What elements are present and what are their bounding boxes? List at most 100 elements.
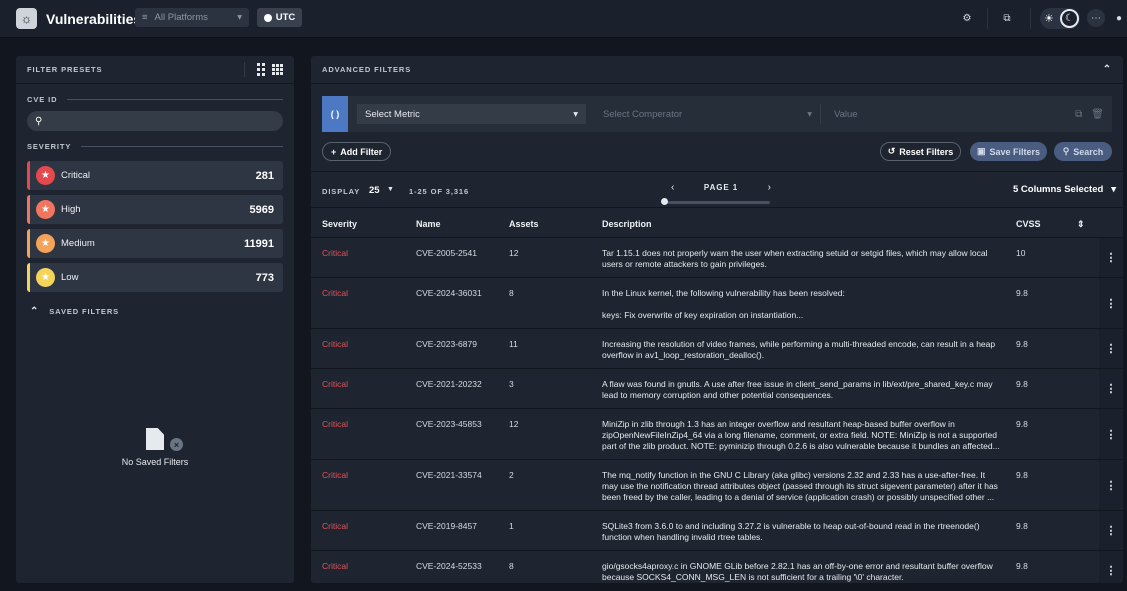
severity-count: 773 bbox=[256, 272, 274, 284]
table-row[interactable]: Critical CVE-2023-45853 12 MiniZip in zl… bbox=[311, 409, 1123, 460]
divider bbox=[1030, 8, 1031, 29]
severity-name: High bbox=[61, 204, 250, 215]
table-row[interactable]: Critical CVE-2005-2541 12 Tar 1.15.1 doe… bbox=[311, 238, 1123, 278]
cell-cvss: 9.8 bbox=[1016, 339, 1028, 349]
copy-icon[interactable]: ⧉ bbox=[1075, 109, 1082, 120]
severity-count: 281 bbox=[256, 170, 274, 182]
reset-icon: ↺ bbox=[888, 146, 896, 157]
row-menu-icon[interactable]: ⋮ bbox=[1099, 278, 1123, 328]
cell-name: CVE-2019-8457 bbox=[416, 521, 477, 531]
chevron-down-icon: ▾ bbox=[1111, 184, 1116, 195]
bug-icon: ★ bbox=[36, 200, 55, 219]
copy-icon[interactable]: ⧉ bbox=[998, 9, 1016, 27]
reset-filters-button[interactable]: ↺ Reset Filters bbox=[880, 142, 961, 161]
row-menu-icon[interactable]: ⋮ bbox=[1099, 238, 1123, 277]
save-filters-button[interactable]: ▣ Save Filters bbox=[970, 142, 1047, 161]
table-row[interactable]: Critical CVE-2021-20232 3 A flaw was fou… bbox=[311, 369, 1123, 409]
grid-view-icon[interactable] bbox=[257, 63, 265, 76]
display-bar: DISPLAY 25 ▼ 1-25 OF 3,316 ‹ PAGE 1 › 5 … bbox=[311, 171, 1123, 208]
cell-name: CVE-2023-45853 bbox=[416, 419, 482, 429]
cell-assets: 11 bbox=[509, 339, 518, 349]
advanced-filters-title: ADVANCED FILTERS bbox=[322, 65, 1103, 74]
plus-icon: + bbox=[331, 147, 336, 157]
saved-filters-toggle[interactable]: ⌃ SAVED FILTERS bbox=[30, 306, 294, 317]
advanced-filters-header: ADVANCED FILTERS ⌃ bbox=[311, 56, 1123, 84]
row-menu-icon[interactable]: ⋮ bbox=[1099, 369, 1123, 408]
chevron-down-icon[interactable]: ▼ bbox=[387, 186, 394, 193]
page-title: Vulnerabilities: bbox=[46, 11, 146, 27]
chevron-down-icon: ▾ bbox=[807, 109, 812, 120]
row-menu-icon[interactable]: ⋮ bbox=[1099, 409, 1123, 459]
page-slider-handle[interactable] bbox=[661, 198, 668, 205]
cell-severity: Critical bbox=[322, 248, 348, 258]
add-filter-button[interactable]: + Add Filter bbox=[322, 142, 391, 161]
comparator-select[interactable]: Select Comperator ▾ bbox=[595, 104, 821, 124]
next-page-icon[interactable]: › bbox=[768, 182, 771, 193]
metric-select[interactable]: Select Metric ▾ bbox=[357, 104, 586, 124]
filter-presets-title: FILTER PRESETS bbox=[27, 65, 244, 74]
utc-button[interactable]: UTC bbox=[257, 8, 302, 27]
cell-assets: 3 bbox=[509, 379, 514, 389]
cell-severity: Critical bbox=[322, 379, 348, 389]
cell-severity: Critical bbox=[322, 419, 348, 429]
group-parentheses-button[interactable]: ( ) bbox=[322, 96, 348, 132]
search-button[interactable]: ⚲ Search bbox=[1054, 142, 1112, 161]
page-slider-track[interactable] bbox=[665, 201, 770, 204]
sort-icon[interactable]: ⇕ bbox=[1077, 219, 1085, 230]
app-logo-icon[interactable]: ☼ bbox=[16, 8, 37, 29]
cell-name: CVE-2021-33574 bbox=[416, 470, 482, 480]
column-header-severity[interactable]: Severity bbox=[322, 219, 357, 229]
settings-icon[interactable]: ⚙ bbox=[958, 9, 976, 27]
cve-search-input[interactable]: ⚲ bbox=[27, 111, 283, 131]
severity-name: Low bbox=[61, 272, 256, 283]
filter-presets-header: FILTER PRESETS bbox=[16, 56, 294, 84]
cell-description: Tar 1.15.1 does not properly warn the us… bbox=[602, 248, 1002, 270]
more-icon[interactable]: ⋯ bbox=[1087, 9, 1105, 27]
chevron-up-icon: ⌃ bbox=[30, 306, 39, 317]
value-input[interactable]: Value bbox=[834, 109, 1075, 120]
cell-severity: Critical bbox=[322, 288, 348, 298]
column-header-description[interactable]: Description bbox=[602, 219, 652, 229]
cell-description: Increasing the resolution of video frame… bbox=[602, 339, 1002, 361]
table-row[interactable]: Critical CVE-2024-36031 8 In the Linux k… bbox=[311, 278, 1123, 329]
columns-select[interactable]: 5 Columns Selected ▾ bbox=[1013, 184, 1116, 195]
per-page-select[interactable]: 25 bbox=[369, 185, 380, 196]
theme-toggle[interactable]: ☀ ☾ bbox=[1040, 8, 1080, 29]
trash-icon[interactable]: 🗑 bbox=[1091, 109, 1104, 120]
cell-severity: Critical bbox=[322, 339, 348, 349]
table-row[interactable]: Critical CVE-2024-52533 8 gio/gsocks4apr… bbox=[311, 551, 1123, 583]
column-header-assets[interactable]: Assets bbox=[509, 219, 539, 229]
pagination: ‹ PAGE 1 › bbox=[671, 181, 771, 193]
platform-select[interactable]: ≡ All Platforms ▾ bbox=[135, 8, 249, 27]
severity-name: Medium bbox=[61, 238, 244, 249]
user-icon[interactable]: ● bbox=[1110, 9, 1127, 27]
cell-assets: 1 bbox=[509, 521, 514, 531]
filter-actions: + Add Filter ↺ Reset Filters ▣ Save Filt… bbox=[322, 142, 1112, 161]
table-row[interactable]: Critical CVE-2023-6879 11 Increasing the… bbox=[311, 329, 1123, 369]
severity-label: SEVERITY bbox=[27, 142, 283, 151]
cell-cvss: 9.8 bbox=[1016, 419, 1028, 429]
cell-severity: Critical bbox=[322, 470, 348, 480]
severity-item-low[interactable]: ★ Low 773 bbox=[27, 263, 283, 292]
prev-page-icon[interactable]: ‹ bbox=[671, 182, 674, 193]
cell-description: In the Linux kernel, the following vulne… bbox=[602, 288, 1002, 321]
row-menu-icon[interactable]: ⋮ bbox=[1099, 329, 1123, 368]
severity-item-high[interactable]: ★ High 5969 bbox=[27, 195, 283, 224]
filter-condition-row: ( ) Select Metric ▾ Select Comperator ▾ … bbox=[322, 96, 1112, 132]
row-menu-icon[interactable]: ⋮ bbox=[1099, 511, 1123, 550]
row-menu-icon[interactable]: ⋮ bbox=[1099, 551, 1123, 583]
column-header-name[interactable]: Name bbox=[416, 219, 441, 229]
cell-assets: 8 bbox=[509, 288, 514, 298]
chevron-up-icon[interactable]: ⌃ bbox=[1103, 64, 1112, 75]
cell-severity: Critical bbox=[322, 521, 348, 531]
display-label: DISPLAY bbox=[322, 187, 360, 196]
table-row[interactable]: Critical CVE-2021-33574 2 The mq_notify … bbox=[311, 460, 1123, 511]
dense-grid-view-icon[interactable] bbox=[272, 64, 283, 75]
row-menu-icon[interactable]: ⋮ bbox=[1099, 460, 1123, 510]
severity-list: ★ Critical 281 ★ High 5969 ★ Medium 1199… bbox=[27, 161, 283, 292]
severity-item-critical[interactable]: ★ Critical 281 bbox=[27, 161, 283, 190]
severity-item-medium[interactable]: ★ Medium 11991 bbox=[27, 229, 283, 258]
search-icon: ⚲ bbox=[1063, 146, 1070, 157]
table-row[interactable]: Critical CVE-2019-8457 1 SQLite3 from 3.… bbox=[311, 511, 1123, 551]
column-header-cvss[interactable]: CVSS bbox=[1016, 219, 1041, 229]
